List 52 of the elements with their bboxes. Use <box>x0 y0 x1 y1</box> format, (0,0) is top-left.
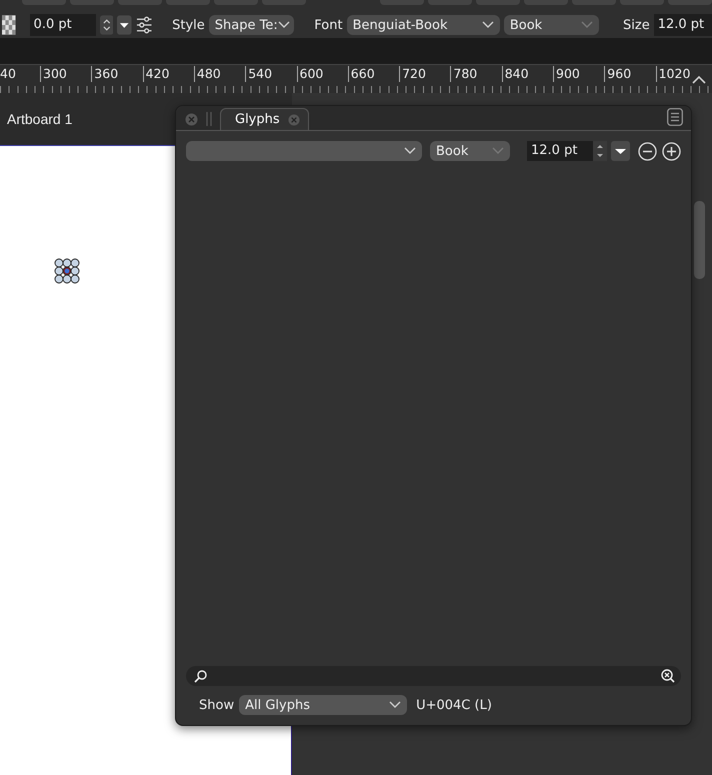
search-icon <box>194 670 207 682</box>
size-field[interactable]: 12.0 pt <box>654 14 712 36</box>
show-dropdown[interactable]: All Glyphs <box>239 695 408 715</box>
chevron-icon <box>404 147 416 155</box>
zoom-in-icon[interactable] <box>662 142 681 160</box>
glyph-code: U+004C (L) <box>416 698 492 712</box>
chevron-icon <box>482 21 494 29</box>
chevron-icon <box>492 147 504 155</box>
close-icon[interactable] <box>185 113 198 126</box>
scrollbar[interactable] <box>694 201 705 279</box>
style-label: Style <box>172 18 205 32</box>
clear-search-icon[interactable] <box>661 669 675 683</box>
ruler-label: 840 <box>502 66 529 82</box>
font-dropdown[interactable] <box>186 141 422 161</box>
close-icon[interactable] <box>288 114 300 126</box>
style-dropdown[interactable]: Shape Te: <box>208 15 294 35</box>
weight-dropdown[interactable]: Book <box>430 141 510 161</box>
search-field[interactable] <box>186 666 681 686</box>
chevron-icon <box>581 21 594 29</box>
font-label: Font <box>314 18 343 32</box>
artboard-title: Artboard 1 <box>7 111 72 127</box>
glyphs-tab[interactable]: Glyphs <box>220 108 309 130</box>
ruler-label: 720 <box>399 66 426 82</box>
caret-icon[interactable] <box>692 75 706 84</box>
chevron-icon <box>389 701 402 709</box>
menu-icon[interactable] <box>667 108 683 126</box>
ruler-label: 40 <box>0 66 16 82</box>
stepper-icon[interactable] <box>100 15 114 35</box>
selection-handles-icon[interactable] <box>54 258 80 284</box>
weight-dropdown[interactable]: Book <box>504 15 600 35</box>
stroke-width-field[interactable]: 0.0 pt <box>30 14 96 36</box>
ruler-label: 300 <box>40 66 67 82</box>
grip-icon[interactable] <box>206 112 212 126</box>
ruler-label: 600 <box>296 66 324 82</box>
stepper-icon[interactable] <box>593 141 607 161</box>
font-dropdown[interactable]: Benguiat-Book <box>346 15 500 35</box>
ruler-label: 660 <box>348 66 375 82</box>
ruler-label: 960 <box>604 66 632 82</box>
size-label: Size <box>623 18 650 32</box>
ruler-label: 900 <box>553 66 580 82</box>
show-label: Show <box>199 698 234 712</box>
ruler-label: 540 <box>245 66 272 82</box>
chevron-icon <box>278 21 290 29</box>
zoom-out-icon[interactable] <box>638 142 657 160</box>
ruler-label: 480 <box>194 66 221 82</box>
transparency-icon[interactable] <box>2 15 16 35</box>
glyph-size-field[interactable]: 12.0 pt <box>527 141 593 161</box>
ruler-label: 360 <box>91 66 118 82</box>
ruler-label: 1020 <box>656 66 690 82</box>
ruler-label: 420 <box>142 66 170 82</box>
ruler-label: 780 <box>450 66 478 82</box>
sliders-icon[interactable] <box>136 16 152 34</box>
